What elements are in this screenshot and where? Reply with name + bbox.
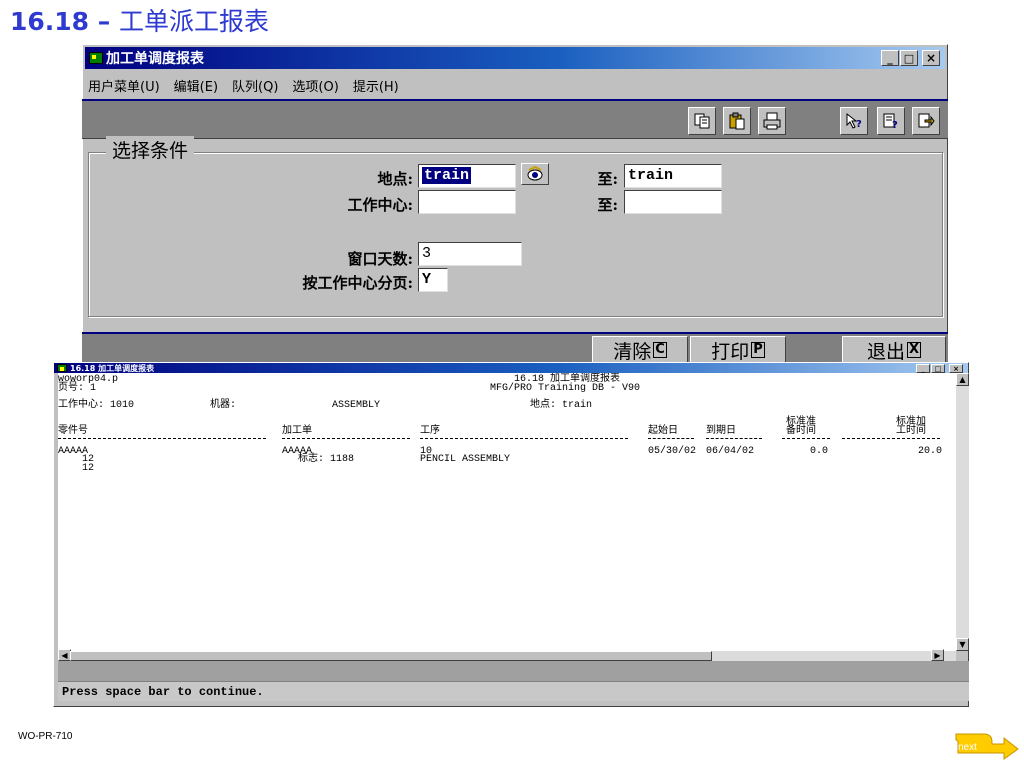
- next-label: next: [958, 742, 977, 753]
- window-days-label: 窗口天数:: [347, 250, 413, 268]
- report-minimize-button[interactable]: _: [916, 364, 930, 373]
- menu-edit[interactable]: 编辑(E): [174, 76, 218, 95]
- lookup-icon: [527, 166, 543, 181]
- row-setup-time: 0.0: [810, 446, 829, 457]
- report-machine-label: 机器:: [210, 400, 237, 411]
- slide-title: 16.18 – 工单派工报表: [10, 2, 269, 38]
- work-center-from-input[interactable]: [418, 190, 516, 214]
- row-wo-id: 标志: 1188: [298, 454, 355, 465]
- print-icon: [763, 112, 781, 130]
- next-button[interactable]: next: [954, 732, 1020, 760]
- row-start-date: 05/30/02: [648, 446, 697, 457]
- toolbar: ? ?: [82, 99, 948, 139]
- help-query-button[interactable]: ?: [840, 107, 868, 135]
- button-bar: 清除 C 打印 P 退出 X: [82, 332, 948, 364]
- col-part-rule: [58, 438, 266, 439]
- report-page-number: 页号: 1: [58, 383, 97, 394]
- page-by-work-center-input[interactable]: Y: [418, 268, 448, 292]
- work-center-to-label: 至:: [597, 196, 618, 214]
- col-part-header: 零件号: [58, 426, 88, 437]
- work-center-label: 工作中心:: [347, 196, 413, 214]
- report-text-area[interactable]: woworp04.p 页号: 1 16.18 加工单调度报表 MFG/PRO T…: [58, 373, 956, 651]
- exit-button[interactable]: 退出 X: [842, 336, 946, 364]
- site-label: 地点:: [377, 170, 413, 188]
- col-op-header: 工序: [420, 426, 440, 437]
- slide-title-text: 工单派工报表: [119, 7, 270, 36]
- slide-title-number: 16.18 –: [10, 7, 111, 36]
- row-due-date: 06/04/02: [706, 446, 755, 457]
- col-run-rule: [842, 438, 940, 439]
- row-op-desc: PENCIL ASSEMBLY: [420, 454, 511, 465]
- scroll-down-button[interactable]: ▼: [956, 638, 969, 651]
- report-db-line: MFG/PRO Training DB - V90: [490, 383, 641, 394]
- col-wo-rule: [282, 438, 410, 439]
- col-due-rule: [706, 438, 762, 439]
- copy-icon: [694, 113, 710, 129]
- col-setup-header-l2: 备时间: [786, 426, 816, 437]
- report-close-button[interactable]: ×: [949, 364, 963, 373]
- prompt-bar: Press space bar to continue.: [58, 681, 969, 701]
- col-start-rule: [648, 438, 694, 439]
- print-report-button[interactable]: 打印 P: [690, 336, 786, 364]
- col-due-header: 到期日: [706, 426, 736, 437]
- menu-user[interactable]: 用户菜单(U): [88, 76, 160, 95]
- work-center-to-input[interactable]: [624, 190, 722, 214]
- horizontal-scrollbar[interactable]: ◀ ▶: [58, 649, 956, 661]
- menu-options[interactable]: 选项(O): [292, 76, 338, 95]
- app-icon: [89, 52, 103, 64]
- col-setup-rule: [782, 438, 830, 439]
- help-field-button[interactable]: ?: [877, 107, 905, 135]
- window-days-input[interactable]: 3: [418, 242, 522, 266]
- help-field-icon: ?: [883, 113, 898, 130]
- svg-text:?: ?: [892, 120, 898, 130]
- report-work-center: 工作中心: 1010: [58, 400, 135, 411]
- menu-queue[interactable]: 队列(Q): [232, 76, 278, 95]
- clear-button[interactable]: 清除 C: [592, 336, 688, 364]
- page-by-work-center-label: 按工作中心分页:: [302, 274, 413, 292]
- site-to-label: 至:: [597, 170, 618, 188]
- report-output-window: 16.18 加工单调度报表 _ □ × woworp04.p 页号: 1 16.…: [53, 362, 969, 707]
- exit-tool-button[interactable]: [912, 107, 940, 135]
- window-title: 加工单调度报表: [106, 51, 204, 67]
- minimize-button[interactable]: _: [881, 50, 899, 66]
- window-titlebar[interactable]: 加工单调度报表: [85, 47, 945, 69]
- row-run-time: 20.0: [918, 446, 943, 457]
- report-window-title: 16.18 加工单调度报表: [70, 363, 155, 373]
- vertical-scrollbar[interactable]: ▲ ▼: [956, 373, 969, 651]
- col-op-rule: [420, 438, 628, 439]
- col-run-header-l2: 工时间: [896, 426, 926, 437]
- paste-icon: [729, 112, 745, 130]
- row-part-line3: 12: [82, 463, 95, 474]
- report-status-strip: [58, 661, 969, 681]
- maximize-button[interactable]: □: [900, 50, 918, 66]
- report-site: 地点: train: [530, 400, 593, 411]
- horizontal-scroll-thumb[interactable]: [70, 651, 712, 661]
- site-to-input[interactable]: train: [624, 164, 722, 188]
- svg-text:?: ?: [856, 119, 862, 130]
- paste-button[interactable]: [723, 107, 751, 135]
- print-button[interactable]: [758, 107, 786, 135]
- col-start-header: 起始日: [648, 426, 678, 437]
- close-button[interactable]: ×: [922, 50, 940, 66]
- site-lookup-button[interactable]: [521, 163, 549, 185]
- continue-prompt: Press space bar to continue.: [62, 685, 264, 699]
- report-work-center-desc: ASSEMBLY: [332, 400, 381, 411]
- report-titlebar[interactable]: 16.18 加工单调度报表: [54, 363, 968, 373]
- report-app-icon: [57, 364, 67, 372]
- scroll-right-button[interactable]: ▶: [931, 649, 944, 661]
- site-from-input[interactable]: train: [418, 164, 516, 188]
- scroll-up-button[interactable]: ▲: [956, 373, 969, 386]
- criteria-group-title: 选择条件: [106, 136, 195, 163]
- report-maximize-button[interactable]: □: [931, 364, 945, 373]
- exit-icon: [918, 113, 935, 128]
- menu-help[interactable]: 提示(H): [353, 76, 399, 95]
- help-query-icon: ?: [846, 112, 862, 130]
- slide-code: WO-PR-710: [18, 731, 73, 742]
- menu-bar: 用户菜单(U) 编辑(E) 队列(Q) 选项(O) 提示(H): [88, 76, 399, 95]
- copy-button[interactable]: [688, 107, 716, 135]
- col-wo-header: 加工单: [282, 426, 312, 437]
